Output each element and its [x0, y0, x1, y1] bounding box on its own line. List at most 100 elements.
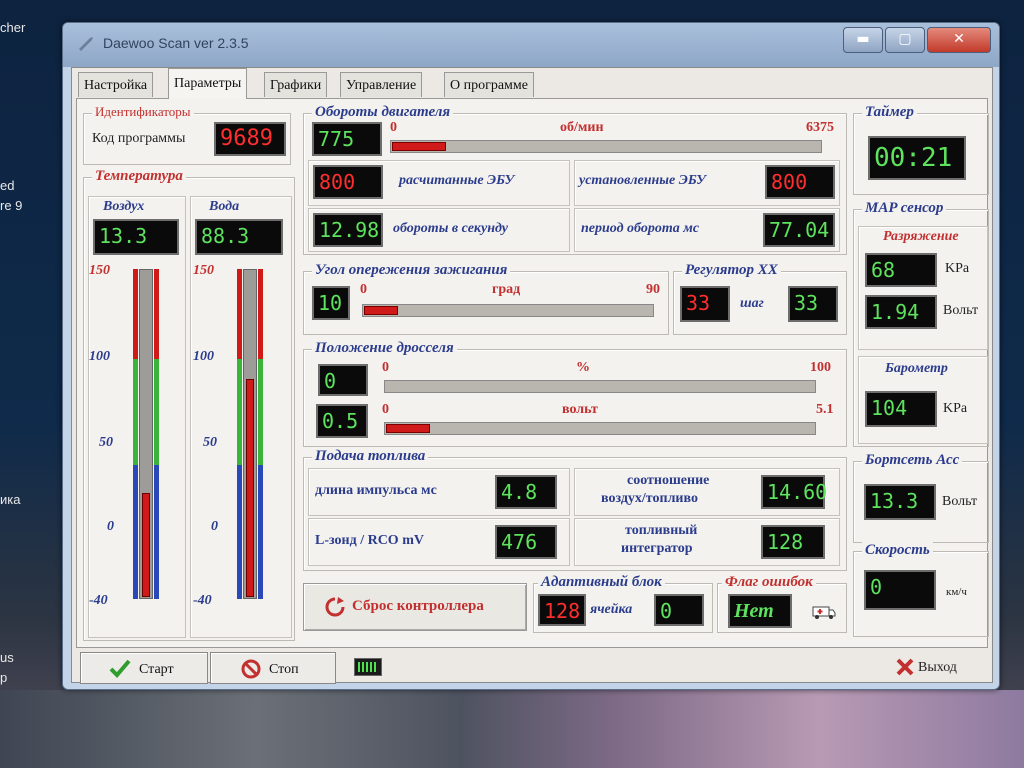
temperature-title: Температура: [92, 168, 186, 185]
ignition-group: Угол опережения зажигания 10 0 град 90: [303, 262, 669, 335]
reset-controller-label: Сброс контроллера: [352, 598, 484, 614]
water-tick-0: 0: [211, 519, 218, 534]
air-temp-panel: Воздух 13.3 150 100 50 0 -40: [88, 196, 186, 638]
fuel-integrator-label-2: интегратор: [621, 541, 693, 556]
rpm-title: Обороты двигателя: [312, 104, 454, 121]
water-tick-50: 50: [203, 435, 217, 450]
air-tick-minus40: -40: [89, 593, 108, 608]
ignition-bar-fill: [364, 306, 398, 315]
client-area: Настройка Параметры Графики Управление О…: [71, 67, 993, 684]
app-wrench-icon: [79, 37, 93, 51]
barometer-panel: Барометр 104 KPa: [858, 356, 988, 444]
lambda-label: L-зонд / RCO mV: [315, 533, 424, 548]
air-level-fill: [142, 493, 150, 597]
adaptive-block-group: Адаптивный блок 128 ячейка 0: [533, 574, 713, 633]
ignition-title: Угол опережения зажигания: [312, 262, 511, 279]
pulse-label: длина импульса мс: [315, 483, 437, 498]
rps-panel: 12.98 обороты в секунду: [308, 208, 570, 252]
barometer-title: Барометр: [885, 361, 948, 376]
adaptive-block-display: 128: [538, 594, 586, 626]
ecu-set-display: 800: [765, 165, 835, 199]
fuel-integrator-display: 128: [761, 525, 825, 559]
fuel-integrator-label-1: топливный: [625, 523, 698, 538]
air-temp-label: Воздух: [103, 199, 145, 214]
close-button[interactable]: ✕: [927, 27, 991, 53]
rpm-bar: [390, 140, 822, 153]
identifiers-title: Идентификаторы: [92, 104, 194, 120]
rpm-min-label: 0: [390, 120, 397, 135]
start-button[interactable]: Старт: [80, 652, 208, 684]
air-tick-50: 50: [99, 435, 113, 450]
air-fuel-ratio-label-1: соотношение: [627, 473, 710, 488]
ecu-calculated-display: 800: [313, 165, 383, 199]
adaptive-cell-label: ячейка: [590, 602, 633, 617]
window-title: Daewoo Scan ver 2.3.5: [103, 35, 249, 51]
speed-group: Скорость 0 км/ч: [853, 542, 989, 637]
ecu-calculated-label: расчитанные ЭБУ: [399, 173, 515, 188]
throttle-volt-max: 5.1: [816, 402, 834, 417]
ignition-bar: [362, 304, 654, 317]
tab-settings[interactable]: Настройка: [78, 72, 154, 97]
desktop-icon-label[interactable]: ed: [0, 178, 14, 193]
water-temp-label: Вода: [209, 199, 240, 214]
air-fuel-ratio-display: 14.60: [761, 475, 827, 509]
water-thermometer: [237, 269, 263, 599]
tab-parameters[interactable]: Параметры: [168, 68, 248, 99]
idle-unit-label: шаг: [740, 296, 764, 311]
program-code-label: Код программы: [92, 131, 186, 146]
period-label: период оборота мс: [581, 221, 700, 236]
desktop-icon-label[interactable]: p: [0, 670, 7, 685]
water-temp-panel: Вода 88.3 150 100 50 0 -40: [190, 196, 292, 638]
vacuum-panel: Разряжение 68 KPa 1.94 Вольт: [858, 226, 988, 350]
desktop-icon-label[interactable]: re 9: [0, 198, 22, 213]
air-tick-100: 100: [89, 349, 110, 364]
timer-title: Таймер: [862, 104, 917, 121]
barometer-unit: KPa: [943, 401, 968, 416]
desktop-icon-label[interactable]: us: [0, 650, 14, 665]
desktop-icon-label[interactable]: cher: [0, 20, 25, 35]
reset-controller-button[interactable]: Сброс контроллера: [303, 583, 527, 631]
exit-button[interactable]: Выход: [892, 656, 982, 680]
title-bar[interactable]: Daewoo Scan ver 2.3.5 ▬ ▢ ✕: [63, 23, 999, 67]
speed-display: 0: [864, 570, 936, 610]
start-label: Старт: [139, 662, 174, 677]
tab-control[interactable]: Управление: [340, 72, 423, 97]
stop-label: Стоп: [269, 662, 299, 677]
rpm-unit-label: об/мин: [560, 120, 604, 135]
parameters-page: Идентификаторы Код программы 9689 Темпер…: [76, 98, 989, 648]
air-thermometer: [133, 269, 159, 599]
throttle-percent-display: 0: [318, 364, 368, 396]
adaptive-block-title: Адаптивный блок: [538, 574, 665, 591]
tab-about[interactable]: О программе: [444, 72, 534, 97]
timer-display: 00:21: [868, 136, 966, 180]
stop-button[interactable]: Стоп: [210, 652, 336, 684]
period-panel: период оборота мс 77.04: [574, 208, 840, 252]
idle-red-display: 33: [680, 286, 730, 322]
maximize-button[interactable]: ▢: [885, 27, 925, 53]
ambulance-icon[interactable]: [812, 602, 836, 620]
error-flag-group: Флаг ошибок Нет: [717, 574, 847, 633]
rpm-display: 775: [312, 122, 382, 156]
error-flag-title: Флаг ошибок: [722, 574, 816, 591]
water-tick-150: 150: [193, 263, 214, 278]
checkmark-icon: [109, 659, 131, 678]
stop-icon: [241, 659, 261, 679]
throttle-volt-min: 0: [382, 402, 389, 417]
tab-graphs[interactable]: Графики: [264, 72, 328, 97]
vacuum-kpa-display: 68: [865, 253, 937, 287]
rps-display: 12.98: [313, 213, 383, 247]
timer-group: Таймер 00:21: [853, 104, 989, 195]
vacuum-volt-unit: Вольт: [943, 303, 979, 318]
battery-display: 13.3: [864, 484, 936, 520]
desktop-icon-label[interactable]: ика: [0, 492, 20, 507]
rpm-group: Обороты двигателя 775 0 об/мин 6375 800 …: [303, 104, 847, 255]
exit-x-icon: [896, 658, 914, 676]
throttle-volt-unit: вольт: [562, 402, 598, 417]
rps-label: обороты в секунду: [393, 221, 508, 236]
throttle-percent-unit: %: [576, 360, 590, 375]
speed-unit: км/ч: [946, 586, 967, 598]
idle-regulator-title: Регулятор ХХ: [682, 262, 781, 279]
vacuum-kpa-unit: KPa: [945, 261, 970, 276]
bottom-toolbar: Старт Стоп Выход: [72, 650, 992, 684]
minimize-button[interactable]: ▬: [843, 27, 883, 53]
